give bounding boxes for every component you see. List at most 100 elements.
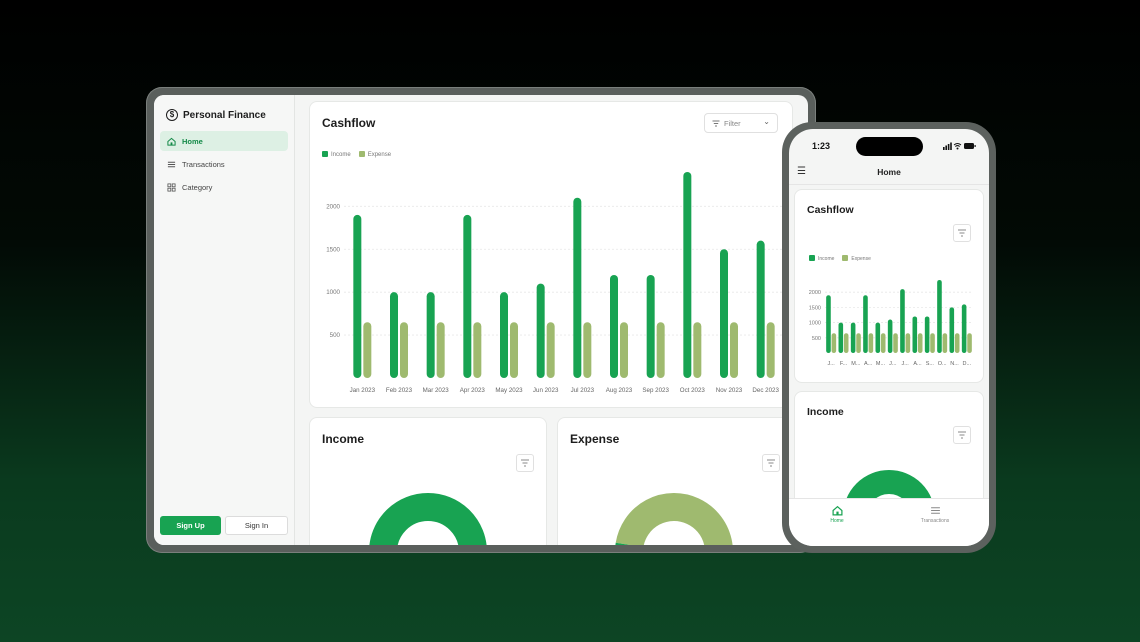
- expense-bar: [893, 333, 898, 353]
- status-bar: 1:23: [789, 137, 989, 156]
- income-bar: [463, 214, 472, 378]
- phone-tab-bar: Home Transactions: [789, 498, 989, 546]
- expense-bar: [436, 322, 445, 378]
- expense-bar: [473, 322, 482, 378]
- main-content: Cashflow Filter ⌄ Income Expense 500 1000…: [295, 95, 808, 545]
- expense-card: Expense: [557, 417, 793, 545]
- grid-icon: [167, 182, 176, 192]
- income-donut-chart: [369, 493, 487, 545]
- x-tick-label: Dec 2023: [752, 387, 779, 394]
- expense-bar: [400, 322, 408, 378]
- x-tick-label: A...: [913, 361, 922, 367]
- income-bar: [683, 172, 692, 378]
- donut-slice-income: [369, 493, 487, 545]
- x-tick-label: Aug 2023: [606, 387, 633, 394]
- tab-home[interactable]: Home: [807, 505, 867, 524]
- expense-bar: [510, 322, 518, 378]
- status-time: 1:23: [812, 141, 831, 151]
- signal-wifi-battery-icon: [943, 142, 976, 150]
- income-bar: [937, 280, 942, 353]
- income-bar: [887, 319, 893, 353]
- y-tick-label: 1000: [809, 321, 821, 327]
- y-tick-label: 1500: [809, 305, 821, 311]
- sidebar-item-category[interactable]: Category: [160, 177, 288, 197]
- income-bar: [863, 295, 868, 353]
- x-tick-label: Jun 2023: [533, 387, 559, 394]
- income-bar: [756, 240, 765, 378]
- income-bar: [875, 322, 881, 353]
- x-tick-label: D...: [963, 361, 972, 367]
- income-bar: [353, 214, 362, 378]
- app-brand: $ Personal Finance: [160, 105, 288, 125]
- expense-bar: [967, 333, 972, 353]
- phone-header: ☰ Home: [789, 163, 989, 185]
- dynamic-island: [856, 137, 923, 156]
- desktop-device-frame: $ Personal Finance Home Transactions Cat…: [146, 87, 816, 553]
- tab-label: Home: [830, 518, 844, 524]
- y-tick-label: 500: [812, 336, 821, 342]
- x-tick-label: A...: [864, 361, 873, 367]
- sign-in-button[interactable]: Sign In: [225, 516, 288, 535]
- x-tick-label: S...: [926, 361, 935, 367]
- x-tick-label: Oct 2023: [680, 387, 706, 394]
- x-tick-label: Jan 2023: [350, 387, 376, 394]
- phone-screen: 1:23 ☰ Home Cashflow Income Expense 500 …: [789, 129, 989, 546]
- expense-bar: [766, 322, 775, 378]
- cashflow-bar-chart: 500 1000 1500 2000 Jan 2023 Feb 2023 Mar 2023 A…: [326, 172, 784, 394]
- income-bar: [536, 283, 545, 378]
- expense-bar: [363, 322, 372, 378]
- sign-up-button[interactable]: Sign Up: [160, 516, 221, 535]
- y-tick-label: 500: [330, 332, 341, 339]
- income-bar: [850, 322, 856, 353]
- expense-bar: [656, 322, 665, 378]
- y-tick-label: 1500: [326, 246, 340, 253]
- income-bar: [838, 322, 844, 353]
- y-tick-label: 1000: [326, 289, 340, 296]
- income-bar: [610, 275, 618, 378]
- dollar-coin-icon: $: [166, 109, 178, 121]
- income-bar: [720, 249, 728, 378]
- x-tick-label: Apr 2023: [460, 387, 486, 394]
- sidebar-item-transactions[interactable]: Transactions: [160, 154, 288, 174]
- expense-bar: [880, 333, 886, 353]
- income-bar: [961, 304, 967, 353]
- sidebar-item-label: Home: [182, 136, 203, 146]
- expense-bar: [905, 333, 911, 353]
- tab-transactions[interactable]: Transactions: [905, 505, 965, 524]
- phone-device-frame: 1:23 ☰ Home Cashflow Income Expense 500 …: [782, 122, 996, 553]
- income-bar: [826, 295, 831, 353]
- auth-buttons: Sign Up Sign In: [160, 516, 288, 535]
- x-tick-label: F...: [840, 361, 848, 367]
- sidebar-item-label: Transactions: [182, 159, 225, 169]
- income-bar: [646, 275, 655, 378]
- status-icons: [943, 142, 977, 152]
- expense-bar: [730, 322, 738, 378]
- income-bar: [949, 307, 955, 353]
- income-bar: [500, 292, 508, 378]
- expense-bar: [868, 333, 874, 353]
- income-bar: [390, 292, 398, 378]
- x-tick-label: O...: [938, 361, 947, 367]
- cashflow-card: Cashflow Filter ⌄ Income Expense 500 1000…: [309, 101, 793, 408]
- income-bar: [924, 316, 930, 353]
- sidebar-item-home[interactable]: Home: [160, 131, 288, 151]
- home-icon: [167, 137, 176, 146]
- expense-donut-chart: [615, 493, 733, 545]
- expense-bar: [831, 333, 837, 353]
- expense-bar: [954, 333, 960, 353]
- x-tick-label: Feb 2023: [386, 387, 413, 394]
- desktop-screen: $ Personal Finance Home Transactions Cat…: [154, 95, 808, 545]
- x-tick-label: Jul 2023: [571, 387, 595, 394]
- app-name: Personal Finance: [183, 109, 266, 121]
- income-bar: [912, 316, 918, 353]
- expense-bar: [856, 333, 861, 353]
- donut-slice-expense: [615, 493, 733, 545]
- x-tick-label: J...: [889, 361, 897, 367]
- phone-cashflow-card: Cashflow Income Expense 500 1000 1500 2000 J…: [794, 189, 984, 383]
- y-tick-label: 2000: [326, 203, 340, 210]
- x-tick-label: J...: [827, 361, 835, 367]
- expense-bar: [917, 333, 923, 353]
- expense-bar: [843, 333, 849, 353]
- x-tick-label: M...: [851, 361, 861, 367]
- list-icon: [930, 507, 940, 514]
